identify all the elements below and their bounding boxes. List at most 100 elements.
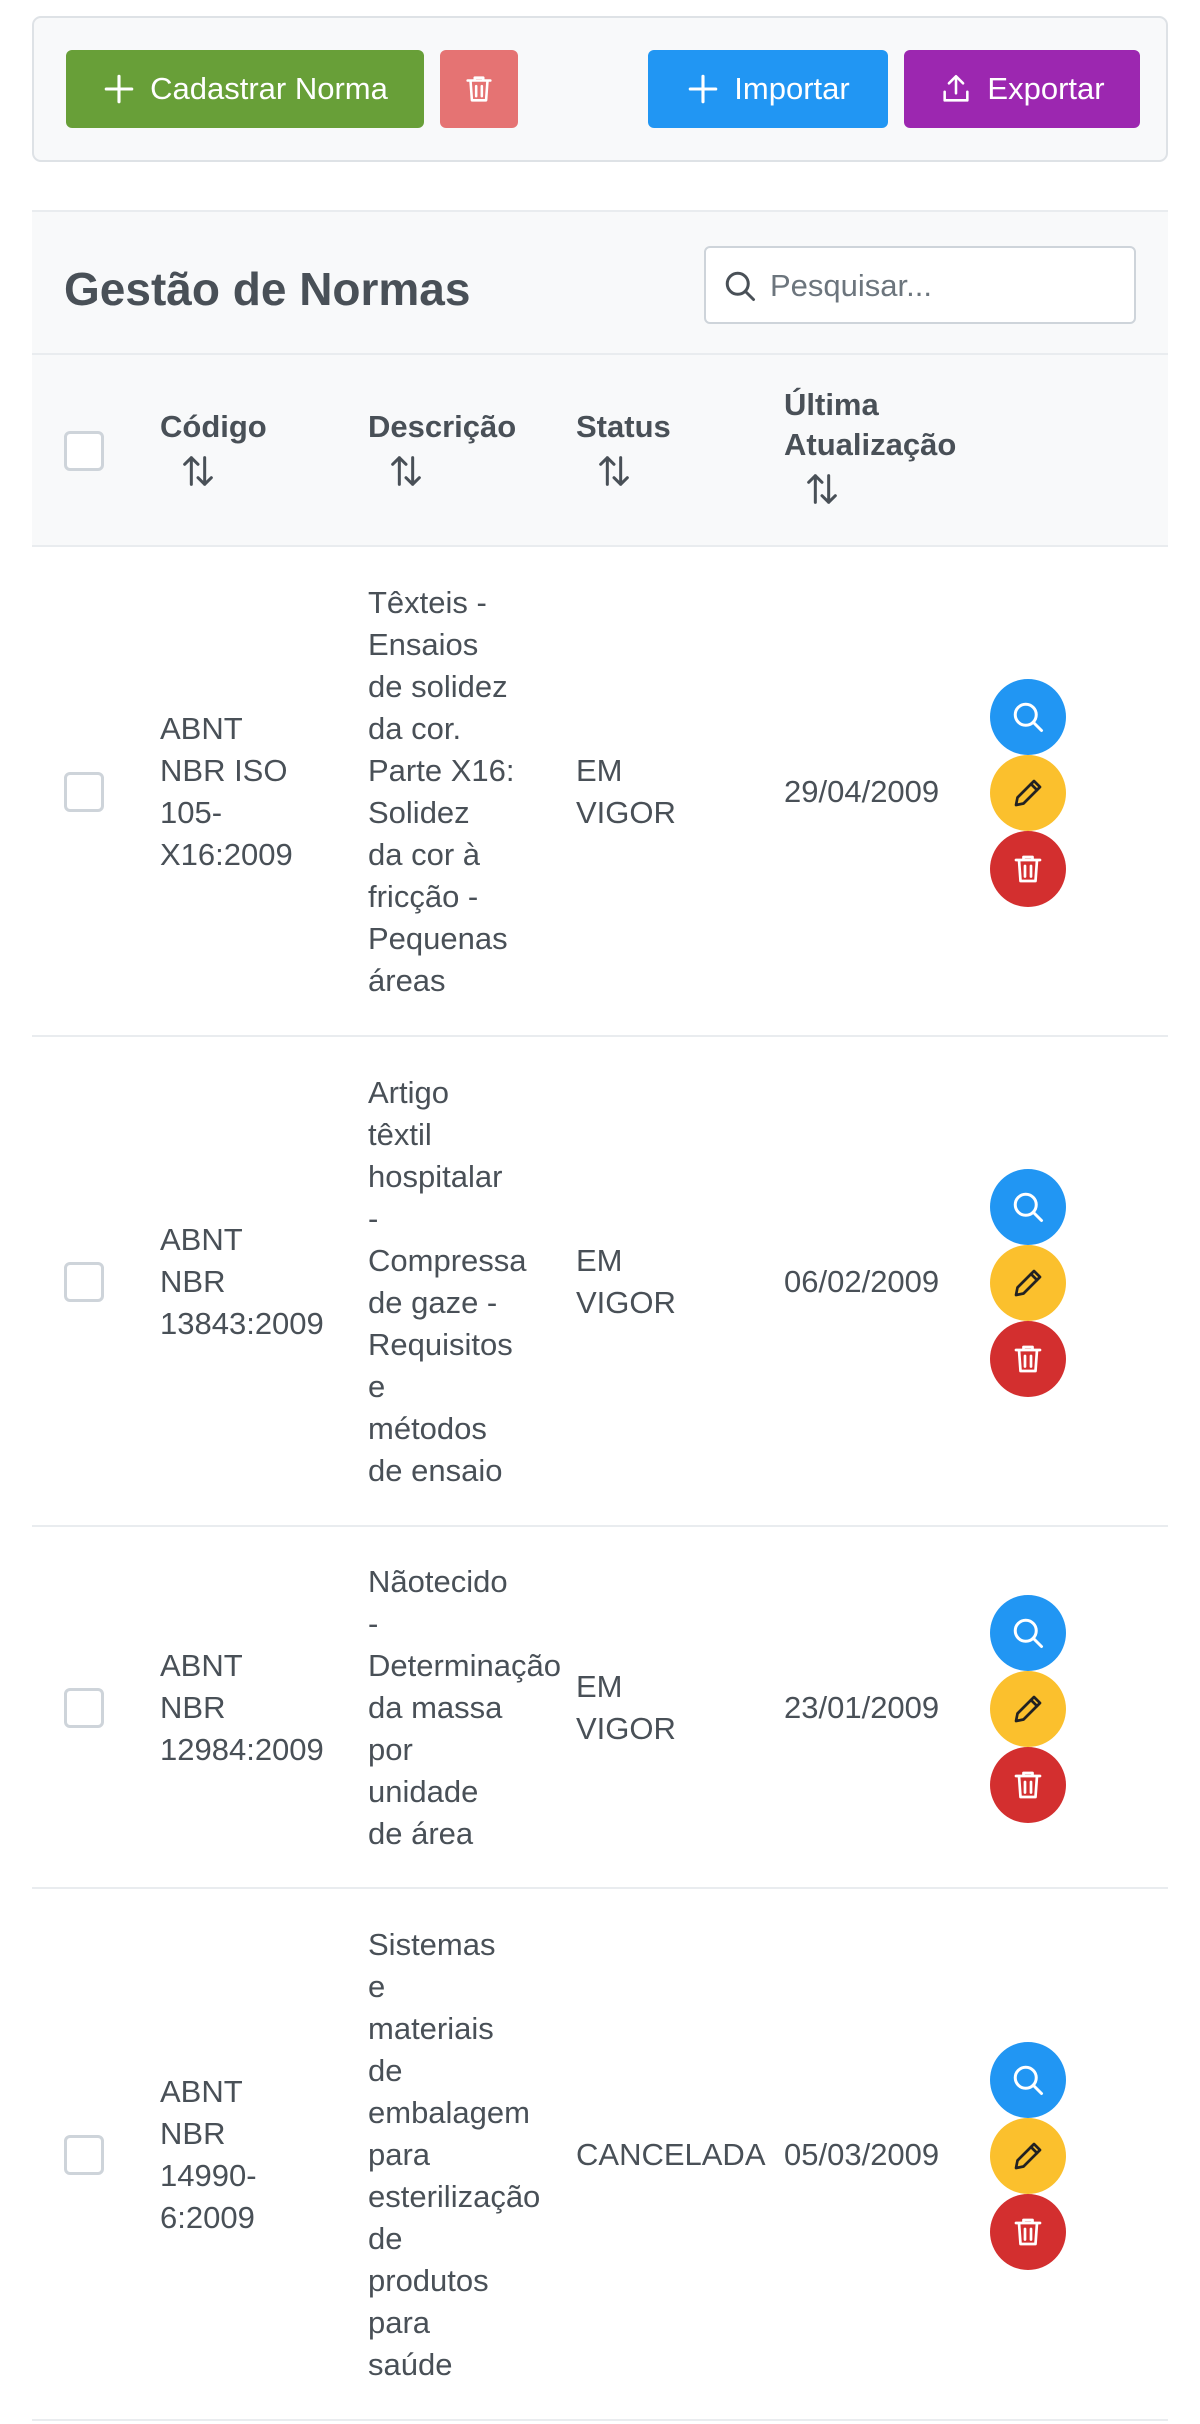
trash-icon	[1014, 855, 1042, 883]
description-line: da cor.	[368, 711, 462, 746]
delete-button[interactable]	[990, 1321, 1066, 1397]
description-line: de gaze -	[368, 1285, 498, 1320]
export-label: Exportar	[987, 71, 1105, 106]
table-row: ABNT NBR 13843:2009 Artigo têxtil hospit…	[32, 1037, 1168, 1527]
sort-icon[interactable]	[178, 451, 218, 491]
table-row: ABNT NBR ISO 105- X16:2009 Têxteis - Ens…	[32, 547, 1168, 1037]
description-line: de área	[368, 1816, 474, 1851]
trash-icon	[1014, 1345, 1042, 1373]
description-line: para	[368, 2305, 431, 2340]
description-line: Pequenas	[368, 921, 508, 956]
toolbar: Cadastrar Norma Importar Exportar	[32, 16, 1168, 162]
sort-icon[interactable]	[594, 451, 634, 491]
status-line: EM	[576, 1669, 623, 1704]
description-line: embalagem	[368, 2095, 530, 2130]
row-checkbox[interactable]	[64, 772, 104, 812]
code-line: 12984:2009	[160, 1732, 324, 1767]
code-cell: ABNT NBR 14990- 6:2009	[160, 2071, 340, 2239]
description-line: têxtil	[368, 1117, 432, 1152]
delete-selected-button[interactable]	[440, 50, 518, 128]
description-line: unidade	[368, 1774, 479, 1809]
date-cell: 05/03/2009	[784, 2137, 940, 2172]
status-cell: EM VIGOR	[576, 1240, 766, 1324]
description-line: e	[368, 1369, 386, 1404]
code-line: 13843:2009	[160, 1306, 324, 1341]
edit-button[interactable]	[990, 755, 1066, 831]
edit-button[interactable]	[990, 2118, 1066, 2194]
description-cell: Artigo têxtil hospitalar - Compressa de …	[368, 1072, 568, 1492]
date-cell: 29/04/2009	[784, 774, 940, 809]
import-button[interactable]: Importar	[648, 50, 888, 128]
trash-icon	[1014, 2218, 1042, 2246]
description-line: Sistemas	[368, 1927, 496, 1962]
sort-icon[interactable]	[386, 451, 426, 491]
description-line: Ensaios	[368, 627, 479, 662]
upload-icon	[943, 74, 970, 102]
view-button[interactable]	[990, 1595, 1066, 1671]
description-line: Têxteis -	[368, 585, 487, 620]
column-header-row: Código Descrição Status Última Atualizaç…	[32, 355, 1168, 547]
description-line: Determinação	[368, 1648, 561, 1683]
plus-icon	[688, 74, 718, 104]
edit-button[interactable]	[990, 1245, 1066, 1321]
row-checkbox[interactable]	[64, 1688, 104, 1728]
sort-icon[interactable]	[802, 469, 842, 509]
row-checkbox[interactable]	[64, 2135, 104, 2175]
delete-button[interactable]	[990, 831, 1066, 907]
export-button[interactable]: Exportar	[904, 50, 1140, 128]
table-header-bar: Gestão de Normas	[32, 210, 1168, 355]
code-cell: ABNT NBR ISO 105- X16:2009	[160, 708, 340, 876]
search-icon	[725, 271, 755, 301]
description-line: para	[368, 2137, 431, 2172]
description-line: produtos	[368, 2263, 489, 2298]
code-line: 14990-	[160, 2158, 257, 2193]
description-line: Requisitos	[368, 1327, 513, 1362]
new-norm-button[interactable]: Cadastrar Norma	[66, 50, 424, 128]
column-header-code[interactable]: Código	[160, 407, 267, 491]
description-line: fricção -	[368, 879, 479, 914]
description-line: Compressa	[368, 1243, 527, 1278]
description-line: Nãotecido	[368, 1564, 508, 1599]
description-line: Artigo	[368, 1075, 449, 1110]
search-box	[704, 246, 1136, 324]
description-cell: Sistemas e materiais de embalagem para e…	[368, 1924, 568, 2386]
column-header-updated[interactable]: Última Atualização	[784, 385, 956, 509]
description-line: por	[368, 1732, 413, 1767]
column-header-code-label: Código	[160, 409, 267, 444]
description-line: de	[368, 2053, 403, 2088]
code-cell: ABNT NBR 13843:2009	[160, 1219, 340, 1345]
delete-button[interactable]	[990, 1747, 1066, 1823]
search-input[interactable]	[770, 258, 1120, 314]
column-header-status-label: Status	[576, 409, 671, 444]
view-button[interactable]	[990, 679, 1066, 755]
edit-button[interactable]	[990, 1671, 1066, 1747]
pencil-icon	[1014, 2142, 1042, 2170]
plus-icon	[104, 74, 134, 104]
code-line: ABNT	[160, 711, 243, 746]
code-line: 105-	[160, 795, 223, 830]
delete-button[interactable]	[990, 2194, 1066, 2270]
row-checkbox[interactable]	[64, 1262, 104, 1302]
description-line: Parte X16:	[368, 753, 515, 788]
description-line: de ensaio	[368, 1453, 503, 1488]
date-cell: 06/02/2009	[784, 1264, 940, 1299]
column-header-description[interactable]: Descrição	[368, 407, 516, 491]
code-line: ABNT	[160, 1648, 243, 1683]
pencil-icon	[1014, 779, 1042, 807]
status-cell: EM VIGOR	[576, 1666, 766, 1750]
view-button[interactable]	[990, 2042, 1066, 2118]
column-header-description-label: Descrição	[368, 409, 517, 444]
description-line: saúde	[368, 2347, 453, 2382]
select-all-checkbox[interactable]	[64, 431, 104, 471]
status-line: VIGOR	[576, 1285, 676, 1320]
status-line: CANCELADA	[576, 2137, 766, 2172]
view-button[interactable]	[990, 1169, 1066, 1245]
column-header-status[interactable]: Status	[576, 407, 671, 491]
description-line: -	[368, 1606, 379, 1641]
pencil-icon	[1014, 1695, 1042, 1723]
description-line: de	[368, 2221, 403, 2256]
search-icon	[1013, 2065, 1043, 2095]
column-header-updated-label-line1: Última	[784, 387, 879, 422]
description-line: e	[368, 1969, 386, 2004]
column-header-updated-label-line2: Atualização	[784, 427, 957, 462]
